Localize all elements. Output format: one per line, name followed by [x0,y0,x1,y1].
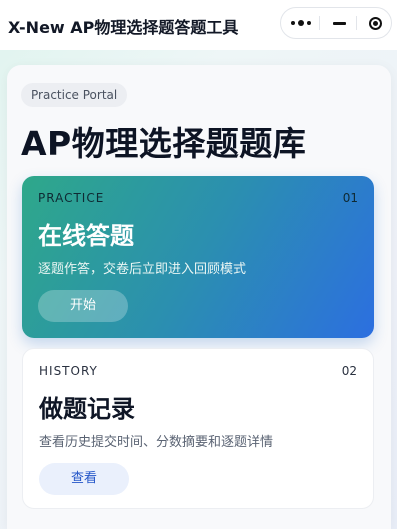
app-title: X-New AP物理选择题答题工具 [8,18,239,37]
close-circle-icon [368,16,382,30]
page-title: AP物理选择题题库 [21,124,307,163]
more-dots-icon [291,20,311,26]
portal-badge: Practice Portal [21,83,128,107]
main-panel: Practice Portal AP物理选择题题库 PRACTICE 01 在线… [7,65,391,529]
card-tag: PRACTICE [38,191,105,205]
capsule-divider [319,16,320,30]
card-description: 逐题作答，交卷后立即进入回顾模式 [38,262,247,277]
more-button[interactable] [283,8,319,38]
history-card[interactable]: HISTORY 02 做题记录 查看历史提交时间、分数摘要和逐题详情 查看 [22,348,374,509]
view-button[interactable]: 查看 [39,463,129,495]
minimize-button[interactable] [321,8,357,38]
window-capsule [280,7,392,39]
minimize-icon [332,21,346,25]
card-number: 02 [341,364,357,378]
card-tag: HISTORY [39,364,98,378]
card-title: 在线答题 [38,222,134,250]
start-button[interactable]: 开始 [38,290,128,322]
card-number: 01 [342,191,358,205]
card-title: 做题记录 [39,395,135,423]
title-bar: X-New AP物理选择题答题工具 [0,0,397,50]
card-description: 查看历史提交时间、分数摘要和逐题详情 [39,435,274,450]
close-button[interactable] [357,8,393,38]
practice-card[interactable]: PRACTICE 01 在线答题 逐题作答，交卷后立即进入回顾模式 开始 [22,176,374,338]
